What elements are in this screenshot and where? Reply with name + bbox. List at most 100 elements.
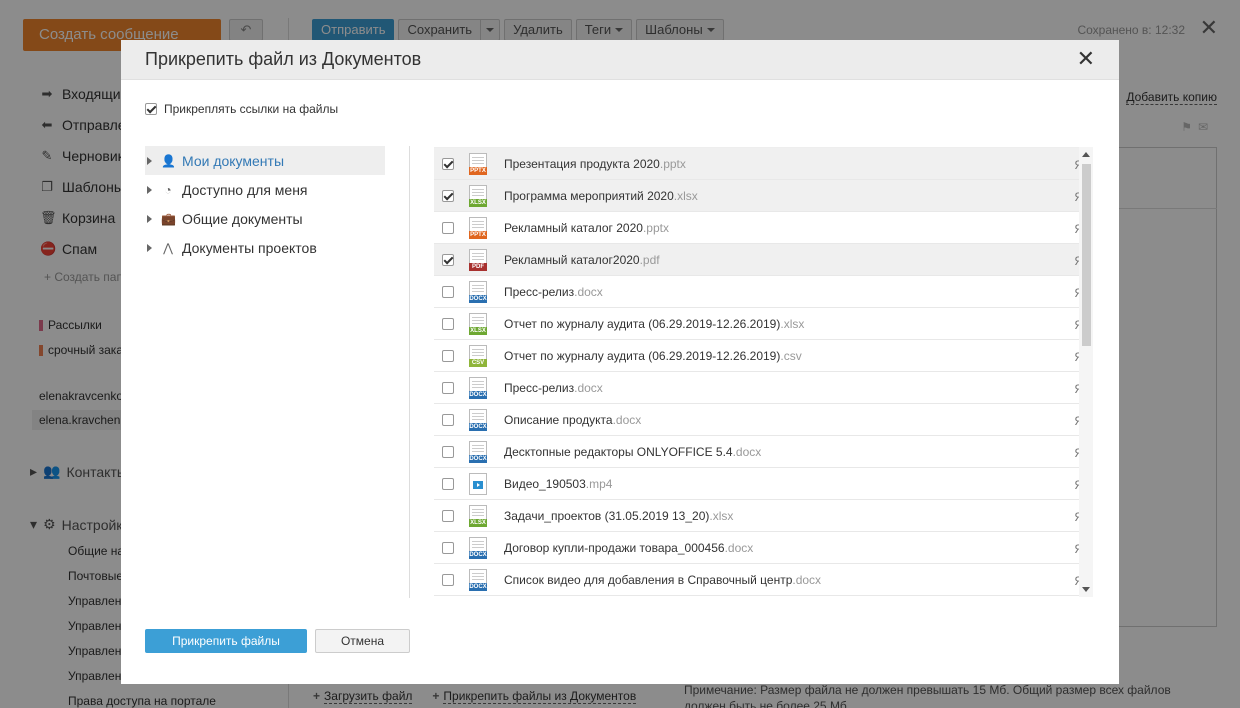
file-checkbox[interactable] xyxy=(442,381,454,394)
attach-links-checkbox[interactable] xyxy=(145,103,157,115)
file-extension: .pptx xyxy=(642,220,669,235)
tree-item-project-documents[interactable]: ⋀ Документы проектов xyxy=(145,233,385,262)
file-name: Презентация продукта 2020.pptx xyxy=(504,156,686,171)
file-name: Видео_190503.mp4 xyxy=(504,476,613,491)
dialog-header: Прикрепить файл из Документов ✕ xyxy=(121,40,1119,80)
file-checkbox[interactable] xyxy=(442,573,454,586)
tree-item-label: Мои документы xyxy=(182,152,285,169)
file-name: Список видео для добавления в Справочный… xyxy=(504,572,822,587)
file-extension: .docx xyxy=(574,380,603,395)
file-row[interactable]: XLSXПрограмма мероприятий 2020.xlsxЯ xyxy=(434,180,1092,212)
file-checkbox[interactable] xyxy=(442,253,454,266)
file-row[interactable]: DOCXПресс-релиз.docxЯ xyxy=(434,276,1092,308)
file-row[interactable]: DOCXПресс-релиз.docxЯ xyxy=(434,372,1092,404)
file-name: Описание продукта.docx xyxy=(504,412,642,427)
close-icon[interactable]: ✕ xyxy=(1077,48,1095,70)
pdf-file-icon: PDF xyxy=(469,248,487,271)
user-icon: 👤 xyxy=(161,153,176,168)
file-checkbox[interactable] xyxy=(442,317,454,330)
file-row[interactable]: DOCX Договор купли-продажи товара_000456.… xyxy=(434,532,1092,564)
xlsx-file-icon: XLSX xyxy=(469,184,487,207)
file-extension: .csv xyxy=(780,348,802,363)
file-list: PPTXПрезентация продукта 2020.pptxЯXLSXП… xyxy=(434,147,1092,597)
docx-file-icon: DOCX xyxy=(469,440,487,463)
file-row[interactable]: DOCX Десктопные редакторы ONLYOFFICE 5.4.… xyxy=(434,436,1092,468)
file-checkbox[interactable] xyxy=(442,413,454,426)
pptx-file-icon: PPTX xyxy=(469,216,487,239)
file-name: Рекламный каталог 2020.pptx xyxy=(504,220,669,235)
file-name: Пресс-релиз.docx xyxy=(504,284,603,299)
tree-item-shared-with-me[interactable]: ◔ Доступно для меня xyxy=(145,175,385,204)
file-row[interactable]: Видео_190503.mp4Я xyxy=(434,468,1092,500)
tree-item-common-documents[interactable]: 💼 Общие документы xyxy=(145,204,385,233)
file-row[interactable]: DOCX Список видео для добавления в Справо… xyxy=(434,564,1092,596)
projects-icon: ⋀ xyxy=(163,240,173,255)
docx-file-icon: DOCX xyxy=(469,568,487,591)
file-row[interactable]: XLSX Отчет по журналу аудита (06.29.2019-… xyxy=(434,308,1092,340)
file-checkbox[interactable] xyxy=(442,189,454,202)
scroll-down-arrow-icon[interactable] xyxy=(1082,587,1090,592)
file-name: Отчет по журналу аудита (06.29.2019-12.2… xyxy=(504,348,802,363)
shared-icon: ◔ xyxy=(164,182,172,197)
divider xyxy=(409,146,410,598)
tree-item-label: Общие документы xyxy=(182,210,303,227)
chevron-right-icon[interactable] xyxy=(147,156,152,165)
tree-item-my-documents[interactable]: 👤 Мои документы xyxy=(145,146,385,175)
docx-file-icon: DOCX xyxy=(469,376,487,399)
file-extension: .xlsx xyxy=(673,188,698,203)
file-row[interactable]: DOCXОписание продукта.docxЯ xyxy=(434,404,1092,436)
attach-files-button[interactable]: Прикрепить файлы xyxy=(145,629,307,653)
file-extension: .mp4 xyxy=(585,476,613,491)
file-extension: .docx xyxy=(574,284,603,299)
file-row[interactable]: PPTXПрезентация продукта 2020.pptxЯ xyxy=(434,148,1092,180)
file-checkbox[interactable] xyxy=(442,157,454,170)
chevron-right-icon[interactable] xyxy=(147,243,152,252)
file-extension: .docx xyxy=(612,412,642,427)
tree-item-label: Доступно для меня xyxy=(182,181,308,198)
file-checkbox[interactable] xyxy=(442,221,454,234)
file-checkbox[interactable] xyxy=(442,349,454,362)
pptx-file-icon: PPTX xyxy=(469,152,487,175)
cancel-button[interactable]: Отмена xyxy=(315,629,410,653)
file-extension: .docx xyxy=(732,444,762,459)
file-extension: .xlsx xyxy=(780,316,805,331)
file-checkbox[interactable] xyxy=(442,541,454,554)
scrollbar-thumb[interactable] xyxy=(1082,164,1091,346)
xlsx-file-icon: XLSX xyxy=(469,312,487,335)
file-extension: .docx xyxy=(724,540,754,555)
file-extension: .docx xyxy=(792,572,822,587)
file-row[interactable]: CSV Отчет по журналу аудита (06.29.2019-1… xyxy=(434,340,1092,372)
file-extension: .xlsx xyxy=(709,508,734,523)
file-name: Десктопные редакторы ONLYOFFICE 5.4.docx xyxy=(504,444,762,459)
video-file-icon xyxy=(469,472,487,495)
attach-links-option[interactable]: Прикреплять ссылки на файлы xyxy=(145,102,338,116)
chevron-right-icon[interactable] xyxy=(147,185,152,194)
scrollbar[interactable] xyxy=(1079,147,1093,597)
xlsx-file-icon: XLSX xyxy=(469,504,487,527)
scroll-up-arrow-icon[interactable] xyxy=(1082,152,1090,157)
csv-file-icon: CSV xyxy=(469,344,487,367)
file-name: Отчет по журналу аудита (06.29.2019-12.2… xyxy=(504,316,805,331)
dialog-title: Прикрепить файл из Документов xyxy=(145,49,422,69)
file-name: Пресс-релиз.docx xyxy=(504,380,603,395)
file-row[interactable]: PPTXРекламный каталог 2020.pptxЯ xyxy=(434,212,1092,244)
file-checkbox[interactable] xyxy=(442,285,454,298)
docx-file-icon: DOCX xyxy=(469,408,487,431)
file-checkbox[interactable] xyxy=(442,445,454,458)
file-extension: .pptx xyxy=(659,156,686,171)
file-checkbox[interactable] xyxy=(442,477,454,490)
file-extension: .pdf xyxy=(639,252,660,267)
attach-links-label: Прикреплять ссылки на файлы xyxy=(164,102,339,116)
docx-file-icon: DOCX xyxy=(469,280,487,303)
file-name: Договор купли-продажи товара_000456.docx xyxy=(504,540,754,555)
chevron-right-icon[interactable] xyxy=(147,214,152,223)
docx-file-icon: DOCX xyxy=(469,536,487,559)
file-name: Программа мероприятий 2020.xlsx xyxy=(504,188,698,203)
file-checkbox[interactable] xyxy=(442,509,454,522)
file-name: Задачи_проектов (31.05.2019 13_20).xlsx xyxy=(504,508,734,523)
file-row[interactable]: XLSX Задачи_проектов (31.05.2019 13_20).x… xyxy=(434,500,1092,532)
briefcase-icon: 💼 xyxy=(161,211,176,226)
attach-docs-dialog: Прикрепить файл из Документов ✕ Прикрепл… xyxy=(121,40,1119,684)
folder-tree: 👤 Мои документы ◔ Доступно для меня 💼 Общие… xyxy=(145,146,385,262)
file-row[interactable]: PDFРекламный каталог2020.pdfЯ xyxy=(434,244,1092,276)
